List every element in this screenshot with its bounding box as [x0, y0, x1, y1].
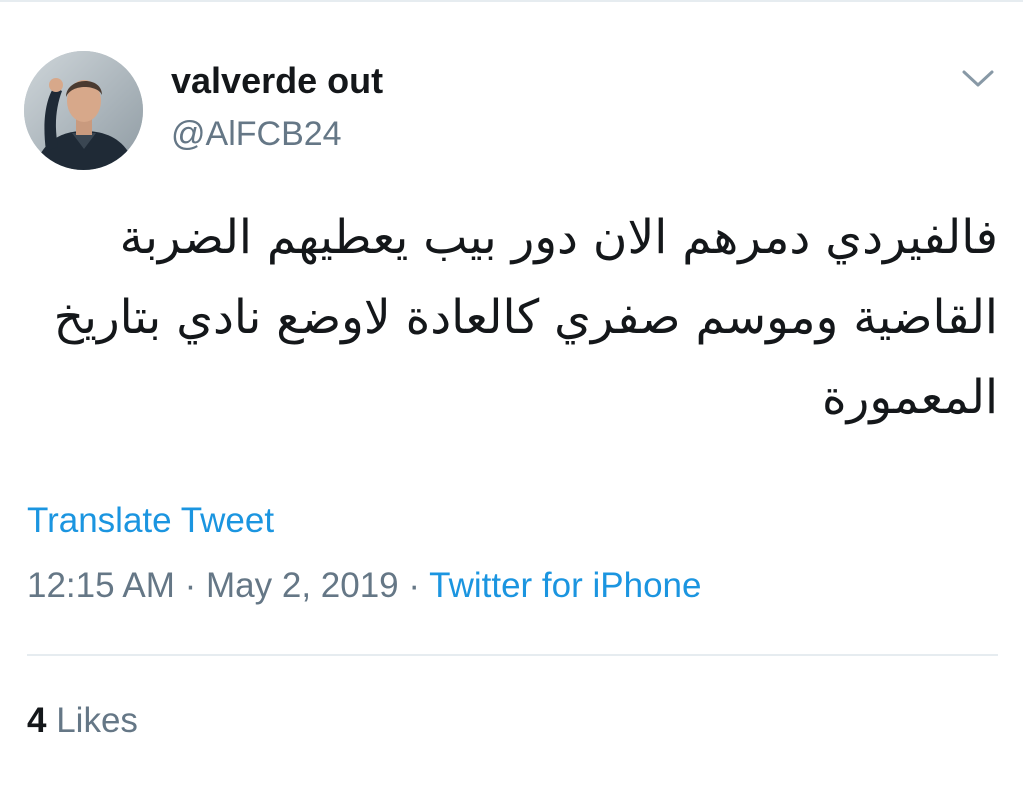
top-divider	[0, 0, 1023, 2]
tweet-time: 12:15 AM	[27, 566, 175, 605]
profile-photo-icon	[24, 51, 143, 170]
author-handle[interactable]: @AlFCB24	[171, 114, 342, 154]
author-display-name[interactable]: valverde out	[171, 60, 383, 102]
likes-label: Likes	[56, 701, 138, 740]
tweet-text: فالفيردي دمرهم الان دور بيب يعطيهم الضرب…	[53, 210, 998, 425]
avatar[interactable]	[24, 51, 143, 170]
separator: ·	[408, 566, 421, 605]
tweet-metadata: 12:15 AM · May 2, 2019 · Twitter for iPh…	[27, 565, 701, 607]
likes-count: 4	[27, 701, 47, 740]
separator: ·	[184, 566, 197, 605]
tweet-date: May 2, 2019	[206, 566, 399, 605]
translate-tweet-link[interactable]: Translate Tweet	[27, 500, 274, 542]
divider	[27, 654, 998, 656]
likes-count-link[interactable]: 4 Likes	[27, 700, 138, 742]
chevron-down-icon[interactable]	[958, 64, 998, 92]
tweet-source-link[interactable]: Twitter for iPhone	[429, 566, 701, 605]
